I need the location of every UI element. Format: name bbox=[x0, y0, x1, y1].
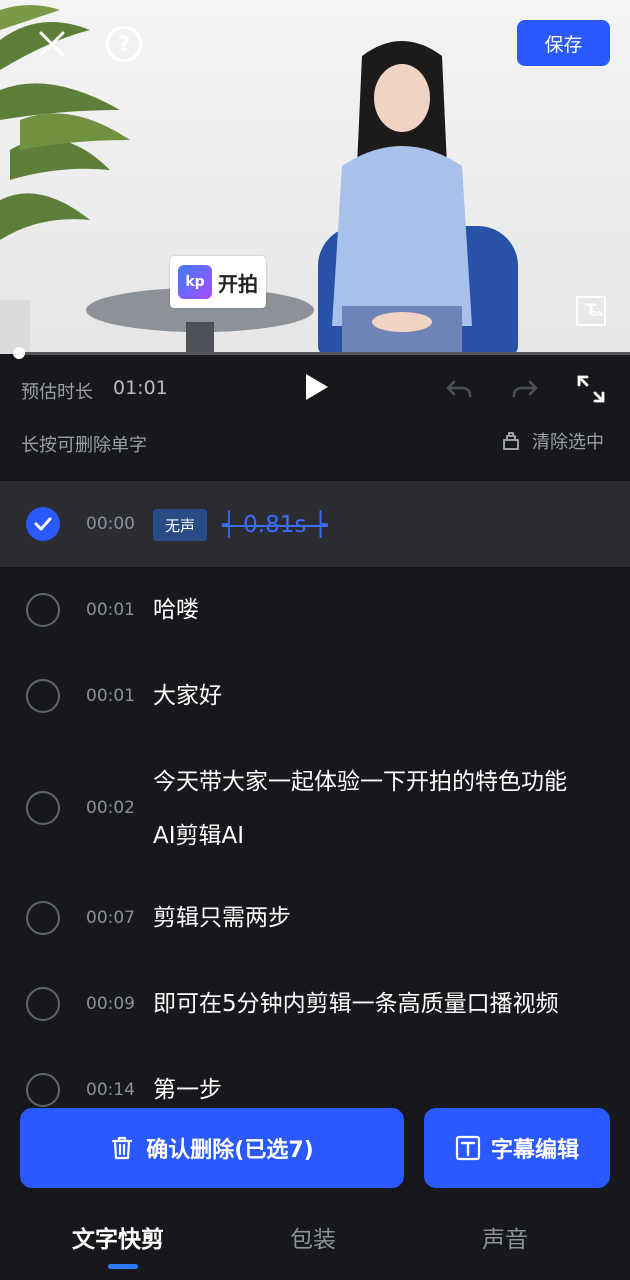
row-checkbox[interactable] bbox=[26, 1073, 60, 1107]
undo-icon[interactable] bbox=[444, 374, 474, 404]
presenter-figure bbox=[332, 41, 472, 354]
row-checkbox[interactable] bbox=[26, 593, 60, 627]
row-text[interactable]: 即可在5分钟内剪辑一条高质量口播视频 bbox=[153, 977, 559, 1031]
row-text[interactable]: 哈喽 bbox=[153, 583, 199, 637]
save-button[interactable]: 保存 bbox=[517, 20, 610, 66]
check-icon bbox=[34, 517, 52, 531]
row-time: 00:01 bbox=[86, 600, 135, 620]
eraser-icon bbox=[503, 432, 519, 450]
close-icon[interactable] bbox=[34, 26, 70, 62]
silent-tag: 无声 bbox=[153, 509, 207, 541]
row-text[interactable]: 大家好 bbox=[153, 669, 222, 723]
brand-logo-icon: kp bbox=[178, 265, 212, 299]
row-time: 00:01 bbox=[86, 686, 135, 706]
bottom-tab-bar: 文字快剪 包装 声音 bbox=[0, 1200, 630, 1280]
row-checkbox[interactable] bbox=[26, 507, 60, 541]
row-time: 00:02 bbox=[86, 798, 135, 818]
tab-text-quick-edit[interactable]: 文字快剪 bbox=[72, 1220, 164, 1254]
tab-audio[interactable]: 声音 bbox=[482, 1220, 528, 1254]
fullscreen-icon[interactable] bbox=[576, 374, 606, 404]
row-checkbox[interactable] bbox=[26, 791, 60, 825]
clear-selection-button[interactable]: 清除选中 bbox=[500, 428, 604, 454]
row-time: 00:09 bbox=[86, 994, 135, 1014]
clear-selection-label: 清除选中 bbox=[532, 432, 604, 453]
transcript-row[interactable]: 00:09 即可在5分钟内剪辑一条高质量口播视频 bbox=[0, 961, 630, 1047]
transcript-row[interactable]: 00:01 哈喽 bbox=[0, 567, 630, 653]
playback-progress-track[interactable] bbox=[18, 352, 630, 355]
duration-label: 预估时长 bbox=[21, 382, 93, 403]
silent-duration[interactable]: ┤ 0.81s ├ bbox=[222, 509, 328, 541]
subtitle-toggle-icon[interactable]: T ON bbox=[576, 296, 606, 326]
subtitle-edit-button[interactable]: 字幕编辑 bbox=[424, 1108, 610, 1188]
play-icon[interactable] bbox=[306, 374, 328, 400]
confirm-delete-button[interactable]: 确认删除(已选7) bbox=[20, 1108, 404, 1188]
row-text[interactable]: 今天带大家一起体验一下开拍的特色功能 bbox=[153, 755, 567, 809]
transcript-row[interactable]: 00:01 大家好 bbox=[0, 653, 630, 739]
confirm-delete-label: 确认删除(已选7) bbox=[146, 1138, 314, 1163]
redo-icon[interactable] bbox=[510, 374, 540, 404]
row-time: 00:07 bbox=[86, 908, 135, 928]
duration-value: 01:01 bbox=[113, 377, 168, 399]
row-checkbox[interactable] bbox=[26, 987, 60, 1021]
subtitle-toggle-state: ON bbox=[591, 310, 603, 318]
subtitle-text-icon bbox=[455, 1135, 481, 1161]
subtitle-edit-label: 字幕编辑 bbox=[490, 1138, 579, 1163]
help-icon[interactable]: ? bbox=[106, 26, 142, 62]
trash-icon bbox=[112, 1136, 133, 1160]
transcript-row[interactable]: 00:00 无声 ┤ 0.81s ├ bbox=[0, 481, 630, 567]
row-time: 00:00 bbox=[86, 514, 135, 534]
brand-card: kp 开拍 bbox=[170, 256, 266, 308]
playback-progress-knob[interactable] bbox=[13, 347, 25, 359]
active-tab-indicator bbox=[108, 1264, 138, 1269]
delete-hint: 长按可删除单字 bbox=[21, 435, 147, 456]
row-checkbox[interactable] bbox=[26, 901, 60, 935]
row-text[interactable]: 剪辑只需两步 bbox=[153, 891, 291, 945]
row-text[interactable]: AI剪辑AI bbox=[153, 809, 244, 863]
transcript-list[interactable]: 00:00 无声 ┤ 0.81s ├ 00:01 哈喽 00:01 大家好 00… bbox=[0, 481, 630, 1121]
transcript-row[interactable]: 00:07 剪辑只需两步 bbox=[0, 875, 630, 961]
strikethrough bbox=[222, 525, 328, 527]
table-leg bbox=[186, 322, 214, 354]
row-time: 00:14 bbox=[86, 1080, 135, 1100]
row-checkbox[interactable] bbox=[26, 679, 60, 713]
tab-packaging[interactable]: 包装 bbox=[290, 1220, 336, 1254]
video-preview[interactable]: kp 开拍 ? 保存 T ON bbox=[0, 0, 630, 354]
brand-text: 开拍 bbox=[218, 271, 258, 296]
